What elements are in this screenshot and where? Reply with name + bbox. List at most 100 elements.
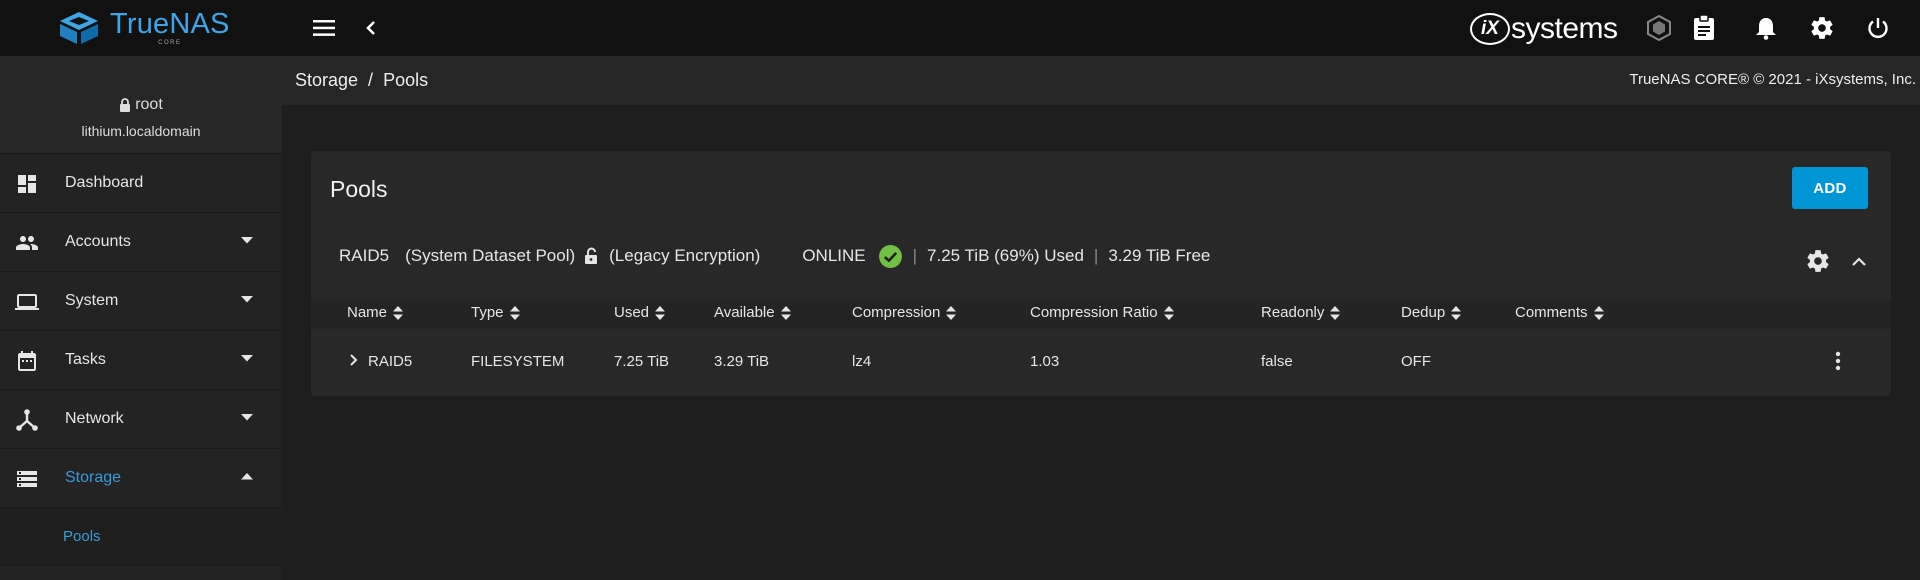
- sidebar-item-storage[interactable]: Storage: [0, 449, 282, 508]
- sort-icon: [780, 305, 791, 320]
- chevron-up-icon: [1852, 256, 1866, 266]
- sort-icon: [1330, 305, 1341, 320]
- column-header-available[interactable]: Available: [714, 304, 791, 321]
- sort-icon: [1451, 305, 1462, 320]
- chevron-right-icon[interactable]: [349, 353, 358, 367]
- sidebar-item-label: Tasks: [65, 351, 106, 368]
- user-name: root: [135, 96, 163, 113]
- column-header-used[interactable]: Used: [614, 304, 666, 321]
- collapse-sidebar-button[interactable]: [357, 14, 385, 42]
- hamburger-icon: [313, 20, 335, 36]
- pool-status: ONLINE: [802, 246, 866, 265]
- column-header-comments[interactable]: Comments: [1515, 304, 1604, 321]
- dashboard-icon: [14, 171, 40, 197]
- sidebar-item-dashboard[interactable]: Dashboard: [0, 154, 282, 213]
- more-vert-icon: [1835, 351, 1841, 371]
- cell-used: 7.25 TiB: [614, 353, 670, 370]
- caret-down-icon: [241, 355, 253, 362]
- pool-header: RAID5 (System Dataset Pool) (Legacy Encr…: [339, 244, 1211, 268]
- sidebar-subitem-label: Pools: [63, 528, 101, 545]
- caret-down-icon: [241, 414, 253, 421]
- sidebar-item-label: Storage: [65, 469, 122, 486]
- chevron-left-icon: [366, 21, 375, 35]
- ix-mark: iX: [1470, 13, 1510, 45]
- bell-icon: [1756, 18, 1776, 40]
- column-header-compression[interactable]: Compression: [852, 304, 957, 321]
- column-header-compression-ratio[interactable]: Compression Ratio: [1030, 304, 1174, 321]
- breadcrumb-storage[interactable]: Storage: [295, 70, 358, 91]
- power-button[interactable]: [1864, 14, 1892, 42]
- settings-button[interactable]: [1808, 14, 1836, 42]
- page-title: Pools: [330, 176, 388, 202]
- pool-used: 7.25 TiB (69%) Used: [927, 246, 1084, 265]
- truecommand-button[interactable]: [1645, 14, 1673, 42]
- storage-icon: [14, 466, 40, 492]
- row-actions-button[interactable]: [1826, 349, 1850, 373]
- pool-collapse-button[interactable]: [1847, 249, 1871, 273]
- separator: |: [912, 246, 918, 265]
- sidebar: root lithium.localdomain Dashboard Accou…: [0, 56, 282, 580]
- network-icon: [14, 407, 40, 433]
- breadcrumb-pools: Pools: [383, 70, 429, 90]
- laptop-icon: [14, 289, 40, 315]
- notifications-button[interactable]: [1752, 14, 1780, 42]
- cell-readonly: false: [1261, 353, 1293, 370]
- cell-compression-ratio: 1.03: [1030, 353, 1060, 370]
- sidebar-item-label: Accounts: [65, 233, 131, 250]
- column-header-dedup[interactable]: Dedup: [1401, 304, 1462, 321]
- add-pool-button[interactable]: ADD: [1792, 167, 1868, 209]
- separator: |: [1093, 246, 1099, 265]
- menu-toggle-button[interactable]: [310, 14, 338, 42]
- cell-dedup: OFF: [1401, 353, 1431, 370]
- sidebar-item-label: System: [65, 292, 119, 309]
- sort-icon: [1163, 305, 1174, 320]
- host-name: lithium.localdomain: [81, 123, 201, 139]
- cell-available: 3.29 TiB: [714, 353, 770, 370]
- column-header-type[interactable]: Type: [471, 304, 520, 321]
- table-row[interactable]: RAID5 FILESYSTEM 7.25 TiB 3.29 TiB lz4 1…: [311, 341, 1891, 381]
- brand-name: TrueNAS: [110, 8, 230, 40]
- pool-name: RAID5: [339, 246, 390, 265]
- sort-icon: [1593, 305, 1604, 320]
- sidebar-item-tasks[interactable]: Tasks: [0, 331, 282, 390]
- caret-up-icon: [241, 473, 253, 480]
- lock-open-icon[interactable]: [583, 247, 599, 265]
- caret-down-icon: [241, 237, 253, 244]
- sort-icon: [509, 305, 520, 320]
- power-icon: [1868, 18, 1888, 39]
- pool-free: 3.29 TiB Free: [1108, 246, 1211, 265]
- column-header-name[interactable]: Name: [347, 304, 404, 321]
- task-manager-button[interactable]: [1690, 14, 1718, 42]
- lock-icon: [120, 98, 131, 112]
- table-header: Name Type Used Available Compression Com…: [311, 301, 1891, 329]
- ixsystems-logo[interactable]: iX systems: [1470, 12, 1618, 46]
- sidebar-item-label: Dashboard: [65, 174, 144, 191]
- cell-name: RAID5: [368, 353, 413, 370]
- sidebar-subitem-pools[interactable]: Pools: [0, 508, 282, 566]
- top-bar: TrueNAS CORE iX systems: [0, 0, 1920, 56]
- sidebar-item-network[interactable]: Network: [0, 390, 282, 449]
- column-header-readonly[interactable]: Readonly: [1261, 304, 1341, 321]
- pool-settings-button[interactable]: [1804, 247, 1832, 275]
- breadcrumb-bar: Storage / Pools TrueNAS CORE® © 2021 - i…: [282, 56, 1920, 105]
- breadcrumb-separator: /: [368, 70, 374, 90]
- truenas-logo[interactable]: TrueNAS CORE: [58, 10, 230, 46]
- brand-sub: CORE: [158, 40, 182, 46]
- copyright-text: TrueNAS CORE® © 2021 - iXsystems, Inc.: [1629, 71, 1916, 88]
- cell-type: FILESYSTEM: [471, 353, 565, 370]
- gear-icon: [1807, 250, 1829, 272]
- check-circle-icon: [878, 244, 902, 268]
- clipboard-icon: [1694, 15, 1714, 40]
- calendar-icon: [14, 348, 40, 374]
- pools-card: Pools ADD RAID5 (System Dataset Pool) (L…: [311, 151, 1891, 396]
- sort-icon: [655, 305, 666, 320]
- breadcrumb: Storage / Pools: [295, 70, 428, 91]
- sidebar-item-system[interactable]: System: [0, 272, 282, 331]
- truecommand-icon: [1647, 15, 1671, 41]
- ix-systems-text: systems: [1511, 12, 1618, 45]
- sidebar-item-label: Network: [65, 410, 124, 427]
- sidebar-item-accounts[interactable]: Accounts: [0, 213, 282, 272]
- people-icon: [14, 230, 40, 256]
- cell-compression: lz4: [852, 353, 872, 370]
- gear-icon: [1811, 17, 1833, 39]
